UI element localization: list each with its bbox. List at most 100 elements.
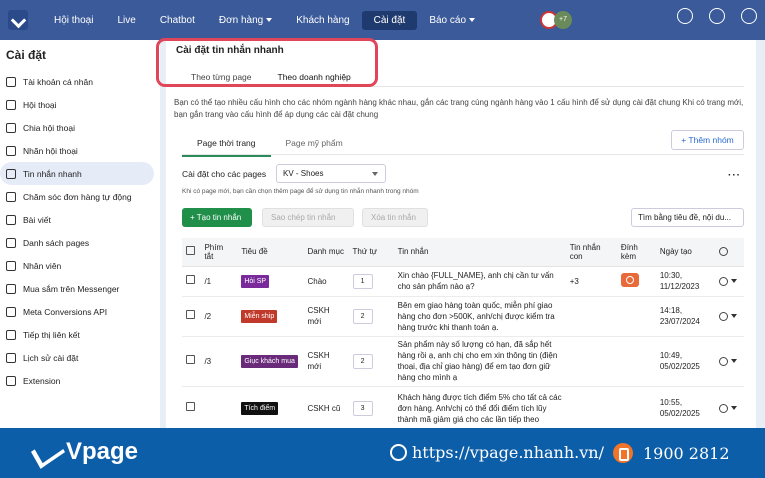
support-icon[interactable] bbox=[677, 8, 693, 24]
chevron-down-icon[interactable] bbox=[731, 359, 738, 364]
table-row[interactable]: Tích điểm CSKH cũ 3 Khách hàng được tích… bbox=[182, 386, 744, 431]
col-shortcut[interactable]: Phím tắt bbox=[200, 238, 238, 267]
cell-sub-messages bbox=[565, 296, 617, 337]
sidebar-item-quick-messages[interactable]: Tin nhắn nhanh bbox=[0, 162, 154, 185]
col-order[interactable]: Thứ tự bbox=[348, 238, 394, 267]
highlight-box bbox=[156, 38, 378, 87]
nav-item-orders-label: Đơn hàng bbox=[218, 14, 264, 26]
sidebar-item-label: Meta Conversions API bbox=[23, 306, 108, 317]
row-checkbox[interactable] bbox=[186, 355, 195, 364]
post-icon bbox=[6, 214, 16, 225]
tag-icon bbox=[6, 145, 16, 156]
sidebar-item-label: Hội thoại bbox=[23, 99, 57, 110]
user-icon bbox=[6, 76, 16, 87]
nav-item-customers[interactable]: Khách hàng bbox=[284, 11, 361, 30]
eye-icon[interactable] bbox=[620, 272, 639, 287]
sidebar-item-share-conversations[interactable]: Chia hội thoại bbox=[0, 116, 160, 139]
row-checkbox[interactable] bbox=[186, 310, 195, 319]
col-category[interactable]: Danh mục bbox=[303, 238, 349, 267]
website-link[interactable]: https://vpage.nhanh.vn/ bbox=[390, 443, 604, 462]
sidebar-item-label: Tiếp thị liên kết bbox=[23, 329, 80, 340]
bell-icon[interactable] bbox=[741, 8, 757, 24]
nav-item-live[interactable]: Live bbox=[105, 11, 147, 30]
table-row[interactable]: /1 Hỏi SP Chào 1 Xin chào {FULL_NAME}, a… bbox=[182, 266, 744, 297]
extension-icon bbox=[6, 375, 16, 386]
chevron-down-icon[interactable] bbox=[731, 314, 738, 319]
table-row[interactable]: /3 Giục khách mua CSKH mới 2 Sản phẩm nà… bbox=[182, 336, 744, 387]
sidebar-item-messenger-shopping[interactable]: Mua sắm trên Messenger bbox=[0, 277, 160, 300]
chevron-down-icon[interactable] bbox=[731, 279, 738, 284]
sidebar-item-personal-account[interactable]: Tài khoản cá nhân bbox=[0, 70, 160, 93]
vpage-logo-icon bbox=[32, 437, 62, 467]
cell-category: CSKH mới bbox=[303, 296, 349, 337]
sidebar-item-label: Tin nhắn nhanh bbox=[23, 168, 82, 179]
sidebar-item-settings-history[interactable]: Lịch sử cài đặt bbox=[0, 346, 160, 369]
create-message-button[interactable]: + Tạo tin nhắn bbox=[182, 208, 252, 227]
tab-divider bbox=[182, 154, 744, 155]
sidebar-item-label: Nhãn hội thoại bbox=[23, 145, 78, 156]
col-sub-messages[interactable]: Tin nhắn con bbox=[565, 238, 617, 267]
link-icon bbox=[6, 329, 16, 340]
delete-message-button[interactable]: Xóa tin nhắn bbox=[362, 208, 428, 227]
col-message[interactable]: Tin nhắn bbox=[393, 238, 566, 267]
title-tag: Giục khách mua bbox=[241, 354, 298, 368]
row-checkbox[interactable] bbox=[186, 402, 195, 411]
sidebar-item-posts[interactable]: Bài viết bbox=[0, 208, 160, 231]
sidebar-item-auto-order-care[interactable]: Chăm sóc đơn hàng tự động bbox=[0, 185, 160, 208]
sidebar-item-meta-conversions[interactable]: Meta Conversions API bbox=[0, 300, 160, 323]
gear-icon[interactable] bbox=[719, 247, 729, 257]
search-input[interactable]: Tìm bằng tiêu đề, nội du... bbox=[631, 208, 744, 227]
chevron-down-icon[interactable] bbox=[731, 406, 738, 411]
sidebar-item-staff[interactable]: Nhân viên bbox=[0, 254, 160, 277]
config-pages-select[interactable]: KV - Shoes bbox=[276, 164, 386, 183]
messenger-icon bbox=[6, 283, 16, 294]
order-input[interactable]: 2 bbox=[352, 308, 373, 324]
hotline[interactable]: 1900 2812 bbox=[613, 443, 730, 463]
order-input[interactable]: 3 bbox=[352, 400, 373, 416]
website-url: https://vpage.nhanh.vn/ bbox=[412, 443, 604, 462]
cell-sub-messages: +3 bbox=[565, 266, 617, 297]
order-input[interactable]: 1 bbox=[352, 273, 373, 289]
sidebar-item-label: Nhân viên bbox=[23, 260, 62, 271]
cell-message: Sản phẩm này số lượng có hạn, đã sắp hết… bbox=[393, 336, 566, 387]
hint-text: Khi có page mới, bạn cần chọn thêm page … bbox=[182, 188, 419, 195]
col-title[interactable]: Tiêu đề bbox=[237, 238, 304, 267]
app-logo-icon[interactable] bbox=[8, 10, 28, 30]
sidebar-title: Cài đặt bbox=[6, 48, 47, 62]
gear-icon[interactable] bbox=[719, 276, 729, 286]
sidebar-item-extension[interactable]: Extension bbox=[0, 369, 160, 392]
table-row[interactable]: /2 Miễn ship CSKH mới 2 Bên em giao hàng… bbox=[182, 296, 744, 337]
select-all-checkbox[interactable] bbox=[186, 246, 195, 256]
gear-icon[interactable] bbox=[719, 311, 729, 321]
nav-item-reports[interactable]: Báo cáo bbox=[417, 11, 487, 30]
nav-item-chatbot[interactable]: Chatbot bbox=[148, 11, 207, 30]
add-group-button[interactable]: + Thêm nhóm bbox=[671, 130, 744, 150]
gear-icon[interactable] bbox=[719, 403, 729, 413]
cell-category: CSKH cũ bbox=[303, 386, 349, 431]
quick-messages-panel: Cài đặt tin nhắn nhanh Theo từng page Th… bbox=[166, 40, 756, 431]
sidebar-item-conversations[interactable]: Hội thoại bbox=[0, 93, 160, 116]
copy-message-button[interactable]: Sao chép tin nhắn bbox=[262, 208, 354, 227]
cell-created-date: 10:30, 11/12/2023 bbox=[655, 266, 716, 297]
sidebar-item-label: Chia hội thoại bbox=[23, 122, 75, 133]
nav-item-orders[interactable]: Đơn hàng bbox=[207, 11, 284, 30]
cell-sub-messages bbox=[565, 336, 617, 387]
quick-messages-table: Phím tắt Tiêu đề Danh mục Thứ tự Tin nhắ… bbox=[182, 238, 744, 431]
page-avatars[interactable]: +7 bbox=[540, 11, 572, 29]
order-input[interactable]: 2 bbox=[352, 353, 373, 369]
row-checkbox[interactable] bbox=[186, 275, 195, 284]
settings-sidebar: Cài đặt Tài khoản cá nhân Hội thoại Chia… bbox=[0, 40, 160, 428]
sidebar-item-pages-list[interactable]: Danh sách pages bbox=[0, 231, 160, 254]
nav-menu: Hội thoại Live Chatbot Đơn hàng Khách hà… bbox=[42, 10, 487, 30]
sidebar-item-affiliate[interactable]: Tiếp thị liên kết bbox=[0, 323, 160, 346]
staff-icon bbox=[6, 260, 16, 271]
gear-icon[interactable] bbox=[719, 356, 729, 366]
col-created-date[interactable]: Ngày tạo bbox=[655, 238, 716, 267]
user-icon[interactable] bbox=[709, 8, 725, 24]
nav-item-settings[interactable]: Cài đặt bbox=[361, 10, 418, 30]
more-options-icon[interactable]: ··· bbox=[728, 170, 741, 181]
description-text: Bạn có thể tạo nhiều cấu hình cho các nh… bbox=[174, 98, 744, 119]
col-attachment[interactable]: Đính kèm bbox=[616, 238, 656, 267]
nav-item-conversations[interactable]: Hội thoại bbox=[42, 11, 105, 30]
sidebar-item-conversation-labels[interactable]: Nhãn hội thoại bbox=[0, 139, 160, 162]
